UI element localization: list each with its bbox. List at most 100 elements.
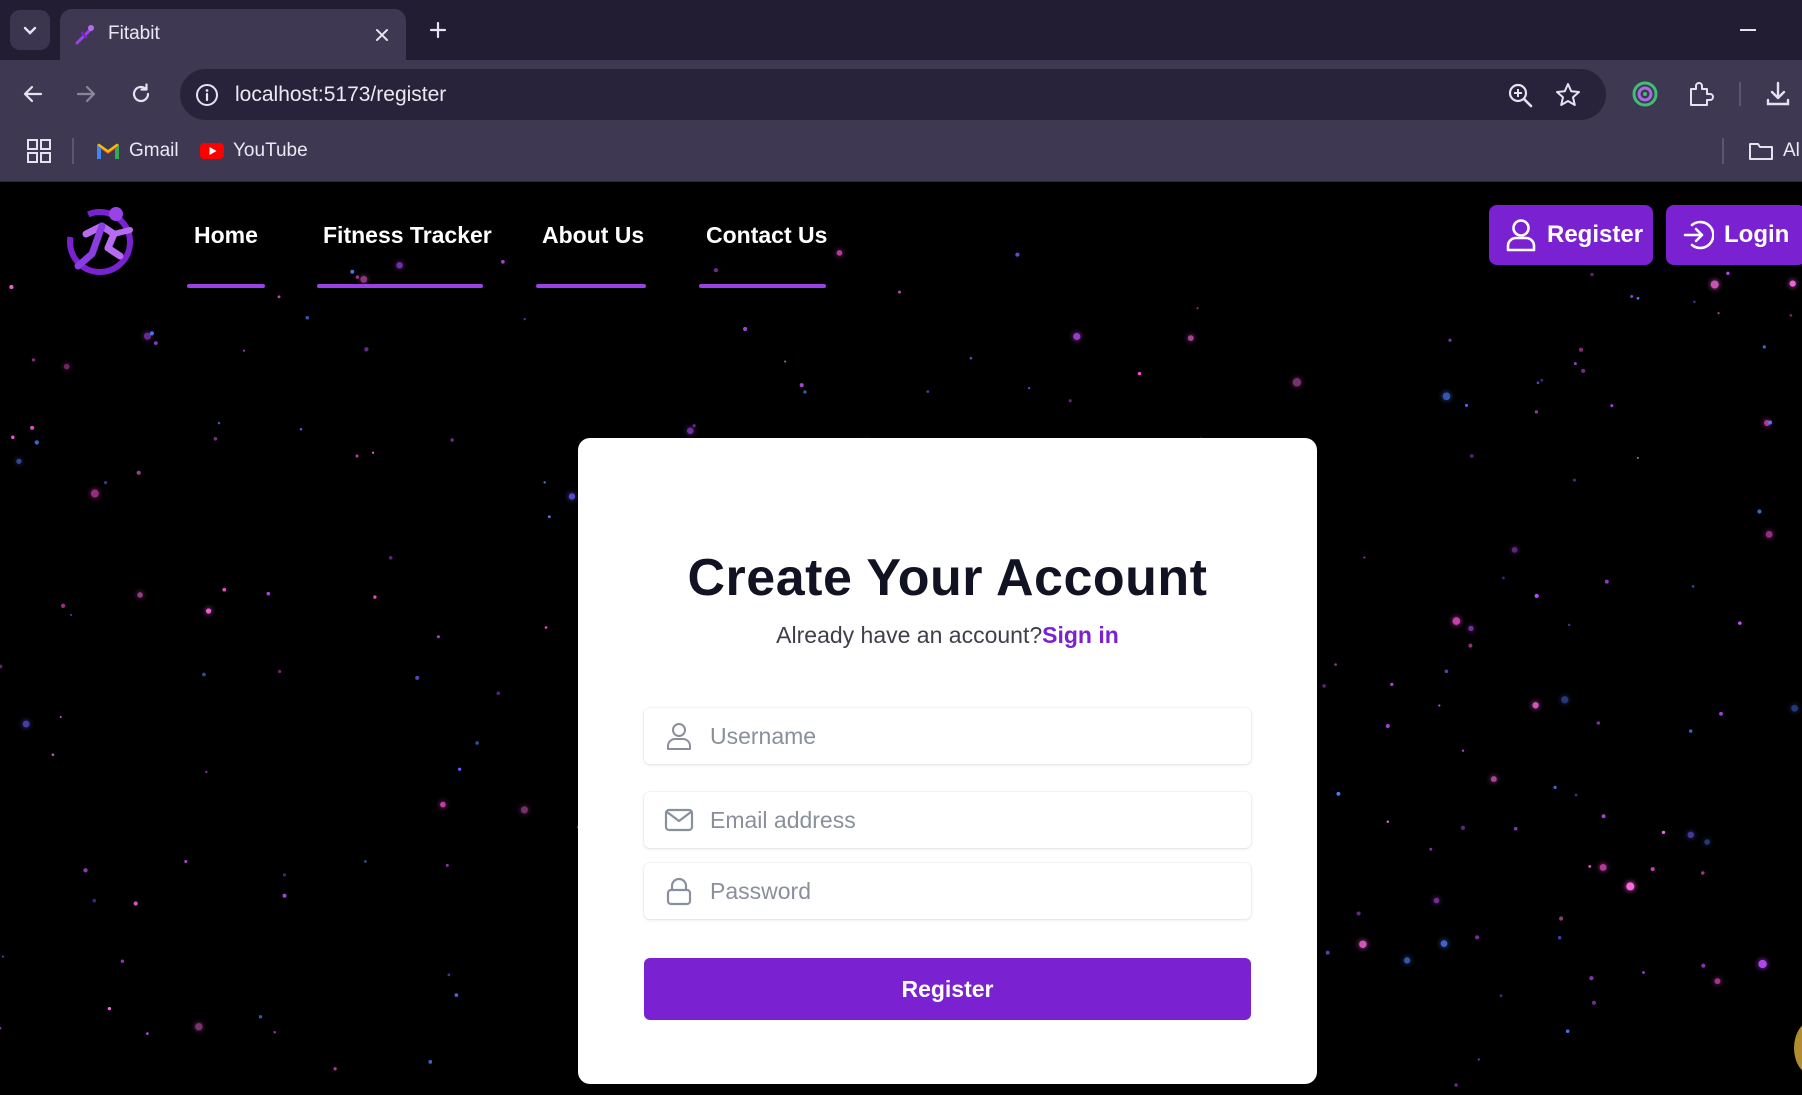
particle-dot — [784, 360, 787, 363]
nav-link-about-us[interactable]: About Us — [542, 222, 644, 252]
particle-dot — [969, 356, 973, 360]
particle-dot — [277, 295, 281, 299]
password-field[interactable] — [644, 863, 1251, 919]
particle-dot — [1511, 547, 1518, 553]
particle-dot — [475, 741, 479, 745]
particle-dot — [501, 259, 505, 264]
particle-dot — [1687, 831, 1695, 839]
particle-dot — [1475, 935, 1480, 940]
particle-dot — [544, 626, 548, 629]
browser-tab-active[interactable]: Fitabit — [60, 9, 406, 60]
particle-dot — [51, 753, 55, 757]
particle-dot — [445, 863, 449, 867]
particle-dot — [454, 993, 459, 997]
password-input[interactable] — [710, 863, 1230, 919]
particle-dot — [136, 470, 141, 475]
particle-dot — [1, 955, 4, 958]
particle-dot — [205, 608, 212, 614]
particle-dot — [133, 901, 138, 906]
particle-dot — [1757, 509, 1762, 514]
particle-dot — [1572, 478, 1576, 482]
particle-dot — [70, 614, 72, 616]
bookmark-youtube[interactable]: YouTube — [200, 136, 308, 166]
particle-dot — [1325, 950, 1330, 955]
particle-dot — [1599, 863, 1607, 871]
particle-dot — [184, 859, 188, 864]
address-bar[interactable]: localhost:5173/register — [180, 69, 1606, 120]
particle-dot — [202, 672, 206, 677]
email-input[interactable] — [710, 792, 1230, 848]
url-text[interactable]: localhost:5173/register — [235, 82, 446, 108]
zoom-icon[interactable] — [1506, 81, 1534, 109]
nav-link-home[interactable]: Home — [194, 222, 258, 252]
extensions-puzzle-icon[interactable] — [1685, 79, 1715, 109]
particle-dot — [360, 275, 368, 283]
bookmark-gmail[interactable]: Gmail — [96, 136, 179, 166]
apps-grid-icon[interactable] — [26, 138, 52, 164]
particle-dot — [1137, 371, 1142, 376]
particle-dot — [1363, 556, 1366, 559]
new-tab-button[interactable] — [422, 14, 454, 46]
particle-dot — [107, 1006, 112, 1011]
folder-icon — [1749, 143, 1773, 160]
browser-tabstrip: Fitabit — [0, 0, 1802, 60]
particle-dot — [1356, 911, 1361, 916]
particle-dot — [1444, 669, 1449, 674]
particle-dot — [568, 493, 576, 500]
particle-dot — [1726, 271, 1730, 276]
particle-dot — [897, 290, 902, 294]
particle-dot — [1701, 963, 1706, 968]
particle-dot — [1762, 345, 1766, 349]
reload-button[interactable] — [121, 74, 161, 114]
forward-button[interactable] — [66, 74, 106, 114]
tab-search-button[interactable] — [10, 10, 50, 50]
particle-dot — [1693, 300, 1696, 303]
register-card: Create Your Account Already have an acco… — [578, 438, 1317, 1084]
site-info-icon[interactable] — [194, 82, 220, 108]
particle-dot — [0, 1026, 2, 1030]
nav-link-fitness-tracker[interactable]: Fitness Tracker — [323, 222, 492, 252]
nav-underline — [699, 284, 826, 288]
lock-icon — [666, 877, 692, 906]
particle-dot — [1196, 307, 1199, 310]
extension-target-icon[interactable] — [1630, 79, 1660, 109]
sign-in-link[interactable]: Sign in — [1042, 622, 1119, 648]
particle-dot — [1578, 347, 1584, 352]
back-button[interactable] — [13, 74, 53, 114]
particle-dot — [1561, 696, 1569, 704]
tab-close-button[interactable] — [370, 23, 394, 47]
header-register-button[interactable]: Register — [1489, 205, 1653, 265]
particle-dot — [926, 390, 930, 393]
header-login-button[interactable]: Login — [1666, 205, 1802, 265]
particle-dot — [1557, 936, 1562, 940]
fitabit-logo[interactable] — [66, 204, 138, 276]
particle-dot — [436, 635, 440, 639]
particle-dot — [396, 262, 403, 269]
downloads-icon[interactable] — [1763, 79, 1793, 109]
all-bookmarks-label: Al — [1783, 140, 1800, 161]
particle-dot — [1336, 791, 1341, 796]
user-icon — [1506, 219, 1536, 252]
username-input[interactable] — [710, 708, 1230, 764]
fitabit-favicon-icon — [75, 25, 94, 45]
bookmark-star-icon[interactable] — [1554, 81, 1582, 109]
particle-dot — [60, 603, 66, 608]
particle-dot — [242, 349, 246, 352]
login-icon — [1683, 220, 1714, 250]
particle-dot — [299, 428, 303, 431]
particle-dot — [1513, 826, 1518, 831]
email-field[interactable] — [644, 792, 1251, 848]
particle-dot — [1765, 531, 1773, 538]
arrow-left-icon — [23, 85, 43, 103]
username-field[interactable] — [644, 708, 1251, 764]
nav-link-contact-us[interactable]: Contact Us — [706, 222, 827, 252]
register-submit-button[interactable]: Register — [644, 958, 1251, 1020]
bookmark-label: Gmail — [129, 140, 179, 161]
particle-dot — [1468, 625, 1474, 632]
window-minimize-button[interactable] — [1736, 20, 1760, 40]
header-login-label: Login — [1724, 221, 1790, 248]
all-bookmarks-folder[interactable]: Al — [1748, 136, 1800, 166]
particle-dot — [1440, 940, 1448, 947]
particle-dot — [1719, 711, 1723, 716]
particle-dot — [305, 316, 310, 320]
